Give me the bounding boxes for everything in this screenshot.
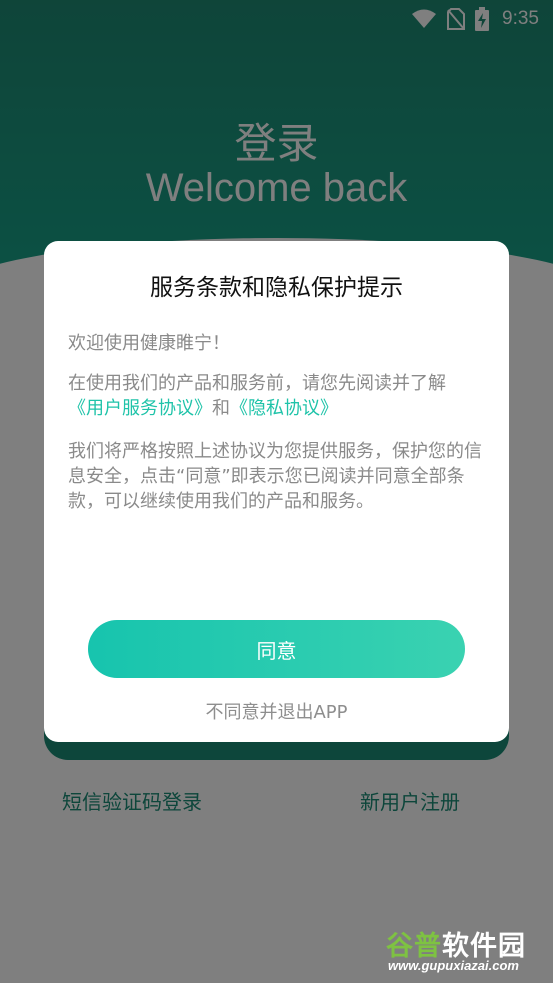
- and-text: 和: [212, 398, 230, 419]
- watermark-url: www.gupuxiazai.com: [388, 958, 519, 973]
- dialog-content: 欢迎使用健康睢宁！ 在使用我们的产品和服务前，请您先阅读并了解 《用户服务协议》…: [68, 331, 485, 514]
- user-agreement-link[interactable]: 《用户服务协议》: [68, 398, 212, 419]
- body-text: 我们将严格按照上述协议为您提供服务，保护您的信息安全，点击“同意”即表示您已阅读…: [68, 441, 482, 512]
- privacy-dialog: 服务条款和隐私保护提示 欢迎使用健康睢宁！ 在使用我们的产品和服务前，请您先阅读…: [44, 241, 509, 742]
- privacy-policy-link[interactable]: 《隐私协议》: [230, 398, 338, 419]
- dialog-title: 服务条款和隐私保护提示: [150, 275, 403, 301]
- greeting-text: 欢迎使用健康睢宁！: [68, 333, 230, 354]
- app-screen: 9:35 登录 Welcome back 短信验证码登录 新用户注册 服务条款和…: [0, 0, 553, 983]
- watermark-logo: 谷普软件园 www.gupuxiazai.com: [386, 924, 550, 980]
- intro-text: 在使用我们的产品和服务前，请您先阅读并了解: [68, 373, 446, 394]
- agreement-links: 《用户服务协议》和《隐私协议》: [68, 396, 485, 421]
- disagree-exit-button[interactable]: 不同意并退出APP: [44, 698, 509, 724]
- agree-button[interactable]: 同意: [88, 620, 465, 678]
